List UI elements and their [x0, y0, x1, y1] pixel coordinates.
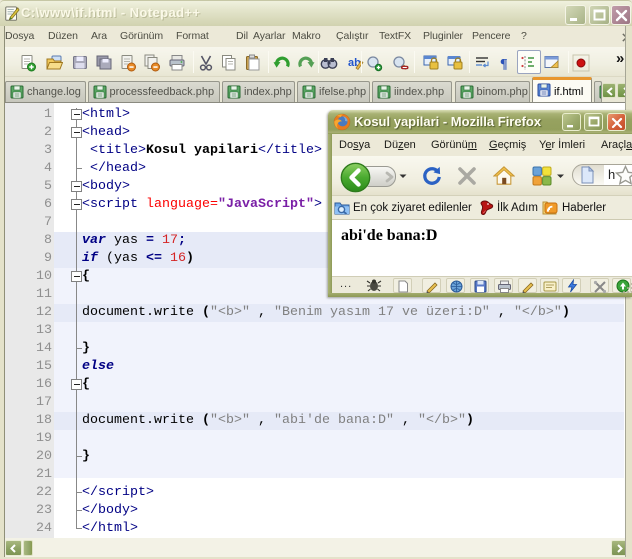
- svg-text:¶: ¶: [500, 57, 508, 72]
